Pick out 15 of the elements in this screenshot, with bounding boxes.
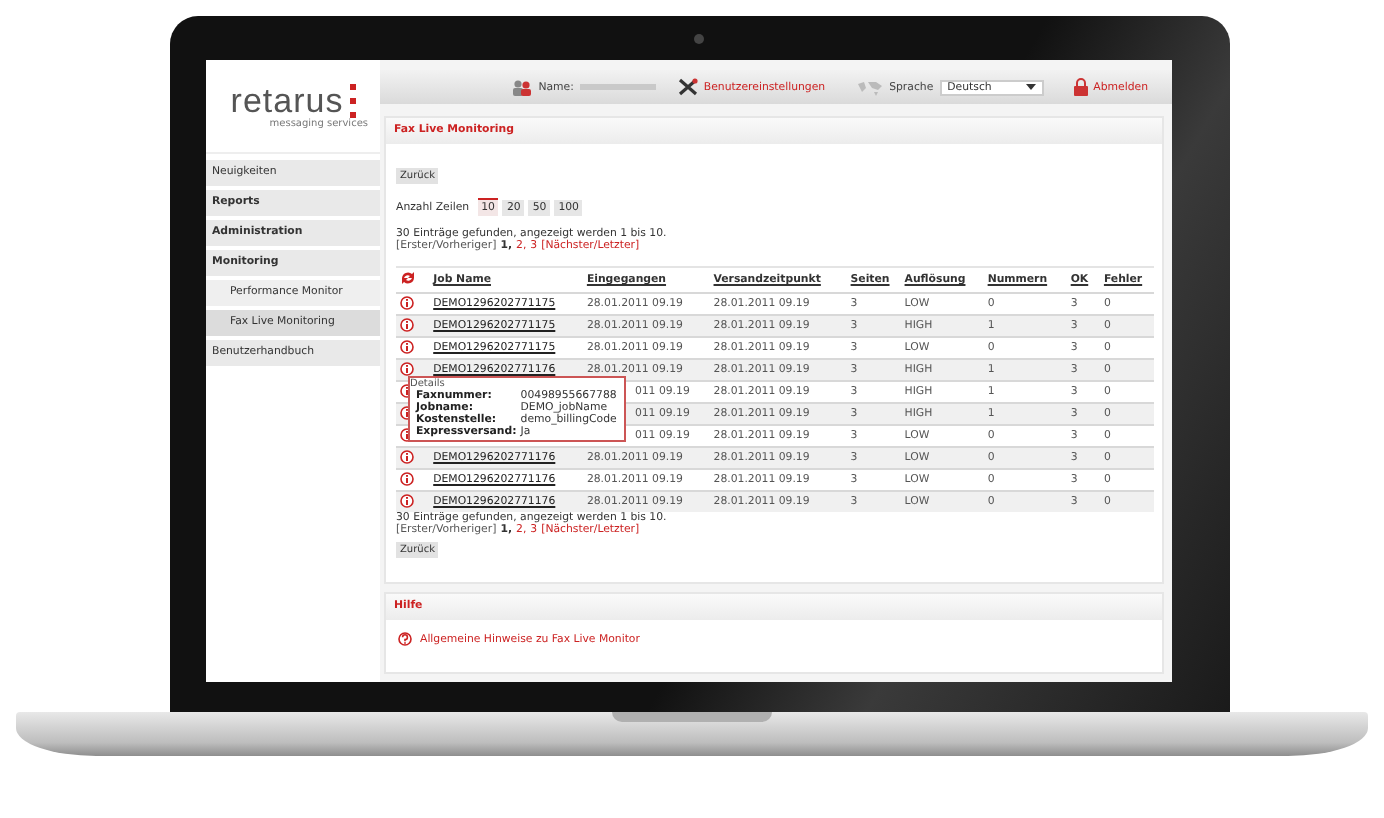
info-icon xyxy=(400,317,414,331)
users-icon xyxy=(512,79,533,95)
world-map-icon xyxy=(855,79,884,95)
camera-icon xyxy=(694,34,704,44)
tools-icon xyxy=(677,78,698,96)
logo: retarus xyxy=(230,83,356,117)
info-icon xyxy=(400,471,414,485)
info-icon xyxy=(400,295,414,309)
lock-icon xyxy=(1073,78,1088,96)
info-icon xyxy=(400,449,414,463)
refresh-icon xyxy=(400,270,416,286)
info-icon xyxy=(400,493,414,507)
help-icon xyxy=(398,632,412,646)
info-icon xyxy=(400,339,414,353)
caret-icon xyxy=(1025,84,1036,90)
